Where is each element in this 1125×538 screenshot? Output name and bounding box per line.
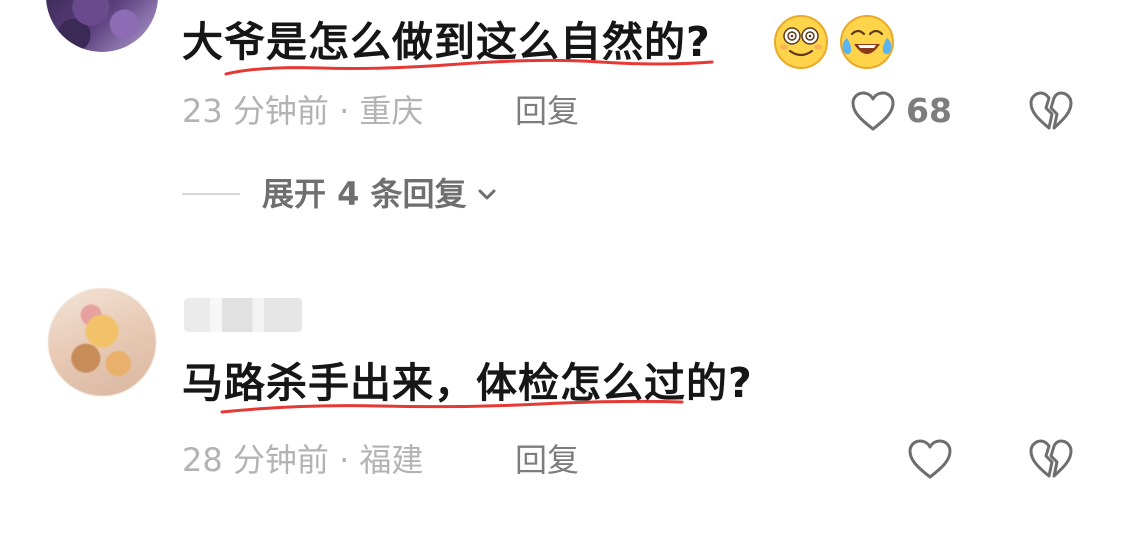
chevron-down-icon <box>478 189 496 200</box>
comment-location: 福建 <box>359 441 424 479</box>
comment-meta: 28 分钟前 · 福建 <box>182 444 423 476</box>
username-redacted <box>184 298 302 332</box>
comment-location: 重庆 <box>359 92 424 130</box>
comment-text: 马路杀手出来，体检怎么过的? <box>182 359 753 407</box>
laughing-crying-face-emoji <box>840 15 894 69</box>
expand-replies-label: 展开 4 条回复 <box>262 175 467 213</box>
expand-replies-button[interactable]: 展开 4 条回复 <box>182 172 499 216</box>
user-avatar[interactable] <box>48 288 156 396</box>
like-count: 68 <box>906 91 952 130</box>
heart-icon[interactable] <box>907 438 953 480</box>
reply-button[interactable]: 回复 <box>515 444 579 476</box>
reply-button[interactable]: 回复 <box>515 95 579 127</box>
divider-line <box>182 193 240 195</box>
broken-heart-icon[interactable] <box>1028 438 1074 480</box>
dizzy-eyes-face-emoji <box>774 15 828 69</box>
comment-meta: 23 分钟前 · 重庆 <box>182 95 423 127</box>
comment-time: 23 分钟前 <box>182 92 329 130</box>
meta-separator: · <box>339 441 350 479</box>
user-avatar[interactable] <box>46 0 158 52</box>
comment-text: 大爷是怎么做到这么自然的? <box>182 18 711 66</box>
broken-heart-icon[interactable] <box>1028 90 1074 132</box>
heart-icon[interactable] <box>850 90 896 132</box>
comment-time: 28 分钟前 <box>182 441 329 479</box>
meta-separator: · <box>339 92 350 130</box>
